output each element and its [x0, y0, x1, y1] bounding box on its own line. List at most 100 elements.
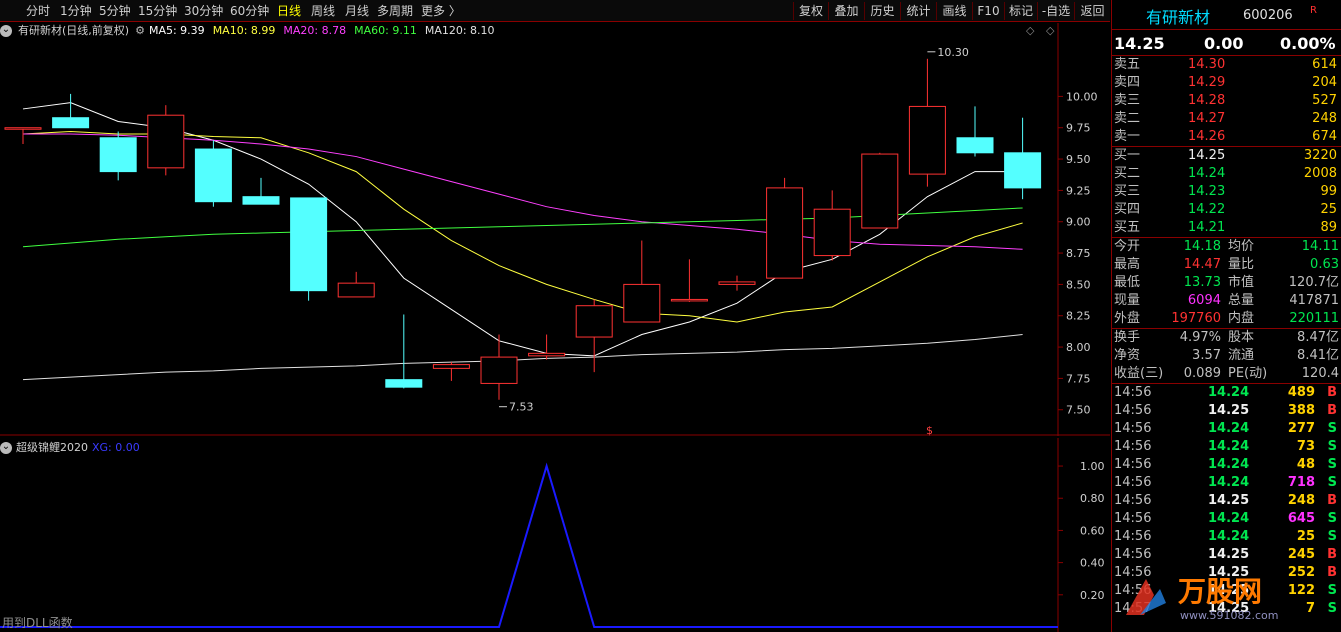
stat-label: 总量: [1228, 293, 1255, 308]
tool-2[interactable]: 历史: [864, 2, 900, 20]
book-row[interactable]: 买四 14.22 25: [1112, 201, 1341, 219]
book-volume: 204: [1312, 75, 1337, 90]
tick-row[interactable]: 14:56 14.24 277 S: [1112, 420, 1341, 438]
tool-5[interactable]: F10: [972, 2, 1004, 20]
tab-10[interactable]: 更多 〉: [421, 3, 461, 19]
candle[interactable]: [623, 240, 661, 323]
candle[interactable]: [813, 190, 851, 261]
candle[interactable]: [528, 334, 566, 360]
candle[interactable]: [337, 271, 375, 298]
candle[interactable]: [718, 275, 756, 291]
candle[interactable]: [861, 152, 899, 229]
tab-3[interactable]: 15分钟: [138, 3, 177, 19]
book-price: 14.23: [1188, 184, 1226, 199]
tick-row[interactable]: 14:56 14.24 489 B: [1112, 384, 1341, 402]
tick-side: S: [1327, 439, 1337, 454]
tool-3[interactable]: 统计: [900, 2, 936, 20]
tick-row[interactable]: 14:56 14.25 252 B: [1112, 564, 1341, 582]
candle[interactable]: [194, 140, 232, 207]
tab-0[interactable]: 分时: [26, 3, 50, 19]
indicator-chart[interactable]: 1.00 0.80 0.60 0.40 0.20: [0, 438, 1110, 632]
candle[interactable]: [766, 177, 804, 279]
candle-body: [766, 187, 804, 279]
tick-row[interactable]: 14:56 14.24 645 S: [1112, 510, 1341, 528]
tick-volume: 489: [1287, 385, 1315, 400]
candle[interactable]: [99, 131, 137, 181]
candle[interactable]: [290, 197, 328, 301]
book-row[interactable]: 卖三 14.28 527: [1112, 92, 1341, 110]
book-row[interactable]: 买三 14.23 99: [1112, 183, 1341, 201]
more-icon[interactable]: ◇: [1046, 24, 1054, 37]
tab-8[interactable]: 月线: [345, 3, 369, 19]
book-row[interactable]: 卖四 14.29 204: [1112, 74, 1341, 92]
tick-row[interactable]: 14:56 14.24 718 S: [1112, 474, 1341, 492]
tab-6[interactable]: 日线: [277, 3, 301, 19]
candle[interactable]: [385, 314, 423, 389]
collapse-icon[interactable]: ⌄: [0, 442, 12, 454]
tool-7[interactable]: -自选: [1037, 2, 1074, 20]
candle[interactable]: [1004, 117, 1042, 200]
tick-side: S: [1327, 421, 1337, 436]
tick-side: S: [1327, 601, 1337, 616]
candle-body: [480, 356, 518, 384]
candle[interactable]: [4, 127, 42, 145]
tick-row[interactable]: 14:56 14.24 73 S: [1112, 438, 1341, 456]
tick-side: B: [1327, 493, 1337, 508]
tab-9[interactable]: 多周期: [377, 3, 413, 19]
stat-value: 0.089: [1183, 366, 1221, 381]
tick-row[interactable]: 14:56 14.25 248 B: [1112, 492, 1341, 510]
tick-row[interactable]: 14:56 14.25 122 S: [1112, 582, 1341, 600]
quote-panel: 有研新材 600206 R 14.25 0.00 0.00% 卖五 14.30 61…: [1111, 0, 1341, 632]
tick-row[interactable]: 14:57 14.25 7 S: [1112, 600, 1341, 618]
tick-time: 14:56: [1114, 529, 1152, 544]
tick-row[interactable]: 14:56 14.25 245 B: [1112, 546, 1341, 564]
settings-icon[interactable]: ⚙: [135, 24, 145, 37]
book-row[interactable]: 卖二 14.27 248: [1112, 110, 1341, 128]
diamond-icon[interactable]: ◇: [1026, 24, 1034, 37]
tick-list[interactable]: 14:56 14.24 489 B 14:56 14.25 388 B 14:56 14.24 27…: [1112, 384, 1341, 618]
tab-2[interactable]: 5分钟: [99, 3, 131, 19]
tick-side: S: [1327, 475, 1337, 490]
collapse-icon[interactable]: ⌄: [0, 25, 12, 37]
book-row[interactable]: 卖一 14.26 674: [1112, 128, 1341, 146]
tab-4[interactable]: 30分钟: [184, 3, 223, 19]
candle[interactable]: [908, 58, 946, 187]
tool-0[interactable]: 复权: [793, 2, 828, 20]
extreme-label: 10.30: [937, 46, 969, 59]
tick-row[interactable]: 14:56 14.24 48 S: [1112, 456, 1341, 474]
tool-8[interactable]: 返回: [1074, 2, 1110, 20]
candlestick-chart[interactable]: 10.00 9.75 9.50 9.25 9.00 8.75 8.50 8.25 8.00 7.7…: [0, 23, 1110, 436]
tick-time: 14:56: [1114, 583, 1152, 598]
candle[interactable]: [147, 105, 185, 176]
tick-volume: 122: [1287, 583, 1315, 598]
tool-1[interactable]: 叠加: [828, 2, 864, 20]
candle[interactable]: [670, 259, 708, 302]
y-tick-label: 9.25: [1066, 184, 1091, 197]
candle[interactable]: [956, 106, 994, 157]
tick-time: 14:56: [1114, 493, 1152, 508]
tab-1[interactable]: 1分钟: [60, 3, 92, 19]
tick-row[interactable]: 14:56 14.25 388 B: [1112, 402, 1341, 420]
tab-7[interactable]: 周线: [311, 3, 335, 19]
tick-volume: 48: [1296, 457, 1315, 472]
tab-5[interactable]: 60分钟: [230, 3, 269, 19]
book-label: 买一: [1114, 148, 1141, 163]
tick-side: S: [1327, 457, 1337, 472]
book-row[interactable]: 买二 14.24 2008: [1112, 165, 1341, 183]
candle-body: [956, 137, 994, 154]
candle[interactable]: [432, 362, 470, 381]
tick-side: B: [1327, 565, 1337, 580]
ma-legend-item: MA60: 9.11: [354, 24, 417, 37]
tick-time: 14:56: [1114, 475, 1152, 490]
tool-4[interactable]: 画线: [936, 2, 972, 20]
event-marker-icon[interactable]: $: [926, 424, 933, 436]
book-row[interactable]: 买一 14.25 3220: [1112, 147, 1341, 165]
tick-row[interactable]: 14:56 14.24 25 S: [1112, 528, 1341, 546]
candle[interactable]: [52, 93, 90, 129]
tool-6[interactable]: 标记: [1004, 2, 1037, 20]
candle[interactable]: [575, 299, 613, 373]
book-row[interactable]: 买五 14.21 89: [1112, 219, 1341, 237]
book-row[interactable]: 卖五 14.30 614: [1112, 56, 1341, 74]
stat-label: 换手: [1114, 330, 1141, 345]
candle[interactable]: [242, 177, 280, 205]
